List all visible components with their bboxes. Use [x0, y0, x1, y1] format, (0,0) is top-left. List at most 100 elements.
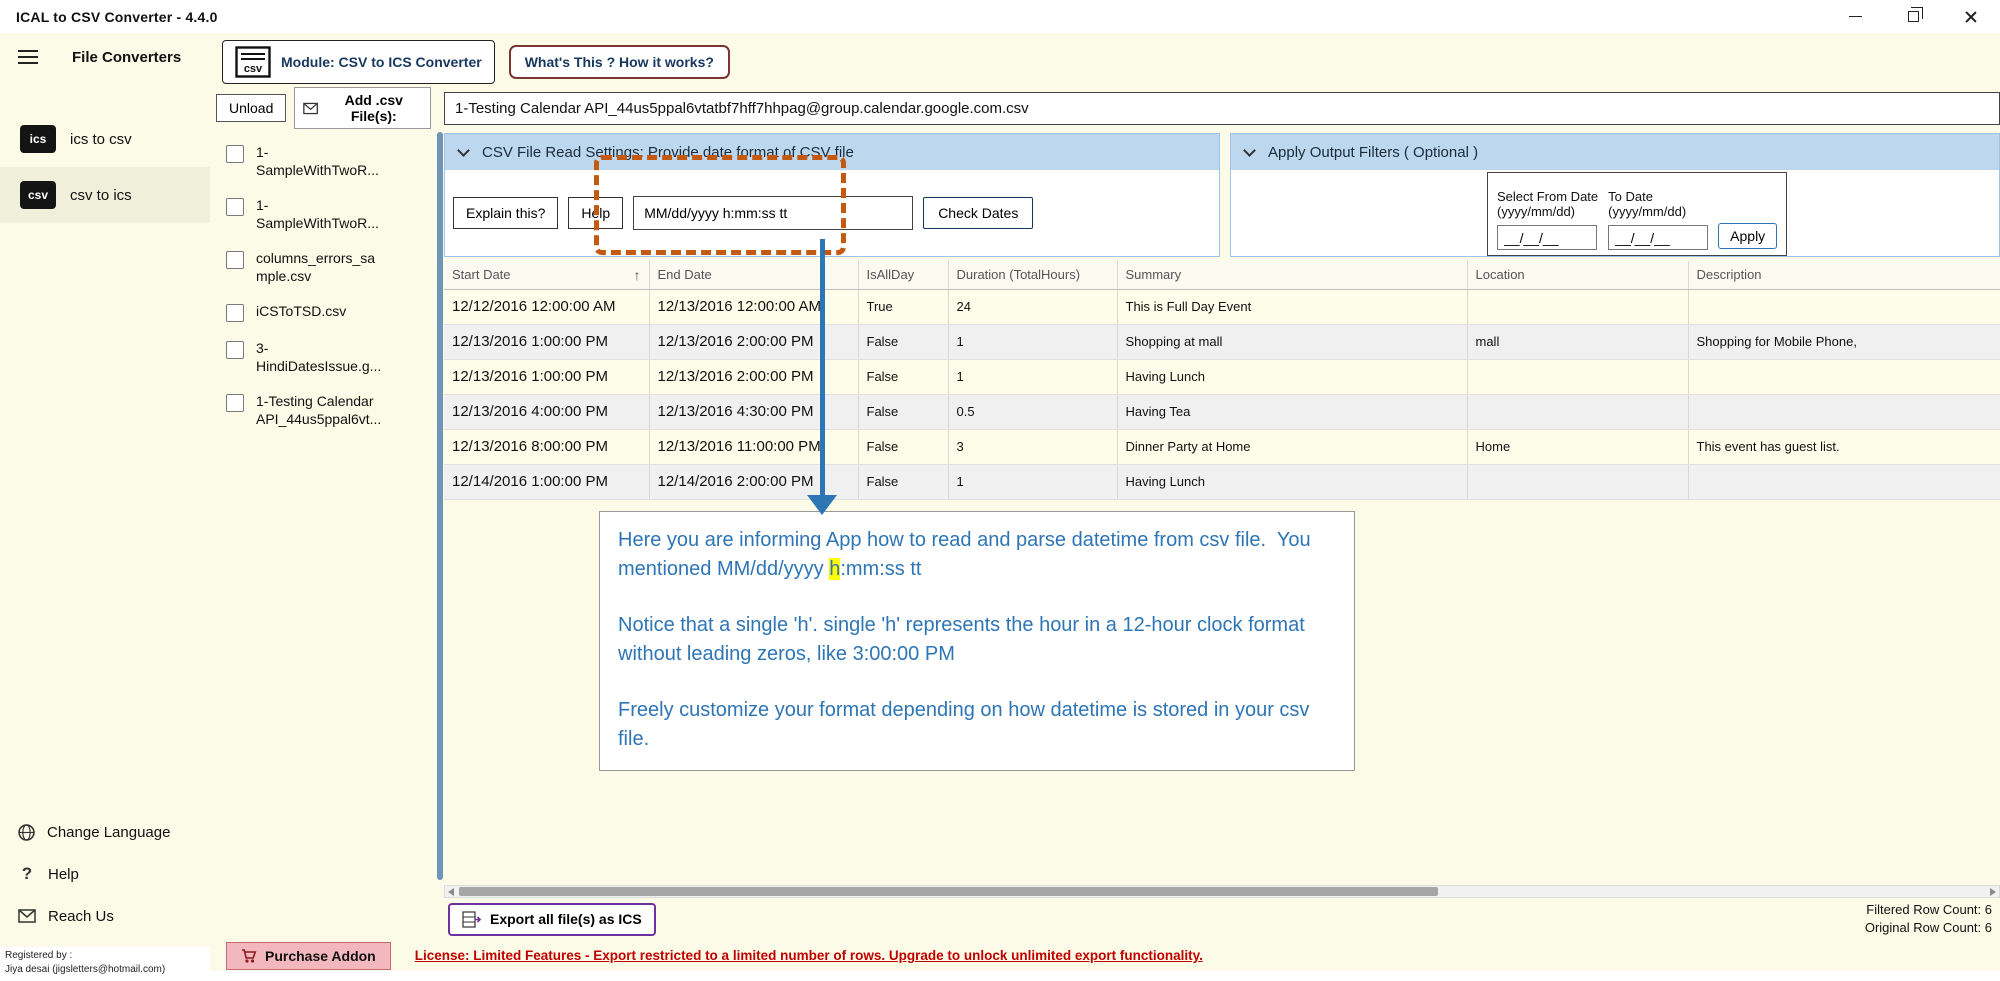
from-date-format-hint: (yyyy/mm/dd) — [1497, 204, 1575, 220]
file-list-item[interactable]: iCSToTSD.csv — [210, 294, 437, 331]
column-header-location[interactable]: Location — [1467, 261, 1689, 290]
cell-end-date: 12/13/2016 11:00:00 PM — [649, 429, 859, 465]
sidebar: File Converters ics ics to csv csv csv t… — [0, 33, 210, 947]
column-header-start-date[interactable]: Start Date ↑ — [444, 261, 650, 290]
file-checkbox[interactable] — [226, 394, 244, 412]
cell-start-date: 12/13/2016 4:00:00 PM — [444, 394, 650, 430]
registered-by-label: Registered by : — [5, 950, 73, 961]
cell-start-date: 12/12/2016 12:00:00 AM — [444, 289, 650, 325]
window-title: ICAL to CSV Converter - 4.4.0 — [16, 8, 218, 25]
file-checkbox[interactable] — [226, 145, 244, 163]
apply-filter-button[interactable]: Apply — [1718, 223, 1778, 249]
column-header-description[interactable]: Description — [1688, 261, 2000, 290]
grid-row[interactable]: 12/13/2016 1:00:00 PM 12/13/2016 2:00:00… — [444, 359, 2000, 395]
question-icon: ? — [21, 864, 33, 883]
current-file-name: 1-Testing Calendar API_44us5ppal6vtatbf7… — [455, 100, 1029, 117]
sidebar-header: File Converters — [0, 33, 210, 81]
csv-module-icon: csv — [235, 46, 271, 78]
explain-this-button[interactable]: Explain this? — [453, 197, 559, 229]
file-name: iCSToTSD.csv — [256, 303, 347, 319]
vertical-splitter[interactable] — [437, 132, 443, 880]
cell-duration: 1 — [948, 464, 1118, 500]
close-icon — [1964, 10, 1978, 24]
export-row: Export all file(s) as ICS Filtered Row C… — [444, 898, 2000, 940]
file-list-item[interactable]: 1- SampleWithTwoR... — [210, 135, 437, 188]
file-checkbox[interactable] — [226, 304, 244, 322]
file-list-item[interactable]: 1- SampleWithTwoR... — [210, 188, 437, 241]
file-name: 3- HindiDatesIssue.g... — [256, 340, 382, 374]
add-csv-files-button[interactable]: Add .csv File(s): — [294, 87, 431, 129]
format-help-button[interactable]: Help — [568, 197, 624, 229]
date-format-input[interactable] — [633, 196, 914, 230]
file-checkbox[interactable] — [226, 198, 244, 216]
read-settings-header[interactable]: CSV File Read Settings: Provide date for… — [445, 134, 1219, 170]
file-checkbox[interactable] — [226, 341, 244, 359]
grid-row[interactable]: 12/13/2016 1:00:00 PM 12/13/2016 2:00:00… — [444, 324, 2000, 360]
sidebar-footer: Change Language ? Help Reach Us — [0, 811, 210, 937]
file-list-item[interactable]: 3- HindiDatesIssue.g... — [210, 331, 437, 384]
help-button[interactable]: ? Help — [0, 853, 210, 895]
file-checkbox[interactable] — [226, 251, 244, 269]
annotation-arrow-head — [807, 495, 837, 515]
file-list-item[interactable]: 1-Testing Calendar API_44us5ppal6vt... — [210, 384, 437, 437]
unload-button[interactable]: Unload — [216, 94, 287, 122]
explanation-paragraph-3: Freely customize your format depending o… — [618, 699, 1315, 750]
grid-row[interactable]: 12/13/2016 4:00:00 PM 12/13/2016 4:30:00… — [444, 394, 2000, 430]
cell-end-date: 12/13/2016 2:00:00 PM — [649, 324, 859, 360]
grid-row[interactable]: 12/12/2016 12:00:00 AM 12/13/2016 12:00:… — [444, 289, 2000, 325]
sidebar-item-label: ics to csv — [70, 130, 132, 148]
reach-us-button[interactable]: Reach Us — [0, 895, 210, 937]
current-file-bar[interactable]: 1-Testing Calendar API_44us5ppal6vtatbf7… — [444, 92, 2000, 125]
maximize-button[interactable] — [1884, 0, 1942, 33]
read-settings-body: Explain this? Help Check Dates — [445, 170, 1219, 256]
cell-end-date: 12/13/2016 12:00:00 AM — [649, 289, 859, 325]
sidebar-item-csv-to-ics[interactable]: csv csv to ics — [0, 167, 210, 223]
globe-icon — [18, 823, 35, 841]
sidebar-item-ics-to-csv[interactable]: ics ics to csv — [0, 111, 210, 167]
grid-row[interactable]: 12/14/2016 1:00:00 PM 12/14/2016 2:00:00… — [444, 464, 2000, 500]
cell-isallday: True — [858, 289, 949, 325]
close-button[interactable] — [1942, 0, 2000, 33]
horizontal-scrollbar[interactable] — [444, 885, 2000, 898]
purchase-addon-button[interactable]: Purchase Addon — [226, 941, 391, 970]
app-window: ICAL to CSV Converter - 4.4.0 File Conve… — [0, 0, 2000, 981]
cell-summary: This is Full Day Event — [1117, 289, 1468, 325]
column-header-summary[interactable]: Summary — [1117, 261, 1468, 290]
explanation-paragraph-2: Notice that a single 'h'. single 'h' rep… — [618, 614, 1311, 665]
window-controls — [1826, 0, 2000, 33]
cell-summary: Having Lunch — [1117, 359, 1468, 395]
change-language-button[interactable]: Change Language — [0, 811, 210, 853]
cell-isallday: False — [858, 429, 949, 465]
grid-row[interactable]: 12/13/2016 8:00:00 PM 12/13/2016 11:00:0… — [444, 429, 2000, 465]
check-dates-button[interactable]: Check Dates — [923, 197, 1034, 229]
column-header-end-date[interactable]: End Date — [649, 261, 859, 290]
output-filters-panel: Apply Output Filters ( Optional ) Select… — [1230, 133, 2000, 257]
cell-start-date: 12/13/2016 1:00:00 PM — [444, 359, 650, 395]
chevron-down-icon — [1243, 143, 1256, 157]
cell-location — [1467, 289, 1689, 325]
file-list-item[interactable]: columns_errors_sa mple.csv — [210, 241, 437, 294]
cell-summary: Dinner Party at Home — [1117, 429, 1468, 465]
minimize-button[interactable] — [1826, 0, 1884, 33]
output-filters-header[interactable]: Apply Output Filters ( Optional ) — [1231, 134, 1999, 170]
to-date-input[interactable] — [1608, 225, 1709, 250]
cell-description — [1688, 464, 2000, 500]
column-header-isallday[interactable]: IsAllDay — [858, 261, 949, 290]
from-date-input[interactable] — [1497, 225, 1597, 250]
output-filters-body: Select From Date (yyyy/mm/dd) To Date (y… — [1231, 170, 1999, 256]
hamburger-menu-icon[interactable] — [18, 50, 38, 64]
export-all-button[interactable]: Export all file(s) as ICS — [448, 902, 656, 936]
scroll-right-arrow-icon[interactable] — [1990, 888, 1996, 896]
settings-row: CSV File Read Settings: Provide date for… — [444, 133, 2000, 257]
scrollbar-thumb[interactable] — [459, 887, 1439, 896]
scroll-left-arrow-icon[interactable] — [448, 888, 454, 896]
main-area: 1-Testing Calendar API_44us5ppal6vtatbf7… — [437, 91, 2000, 940]
cell-end-date: 12/13/2016 4:30:00 PM — [649, 394, 859, 430]
column-header-duration[interactable]: Duration (TotalHours) — [948, 261, 1118, 290]
license-bar: Purchase Addon License: Limited Features… — [210, 940, 2000, 971]
app-body: File Converters ics ics to csv csv csv t… — [0, 33, 2000, 981]
annotation-arrow — [820, 239, 825, 497]
license-upgrade-link[interactable]: License: Limited Features - Export restr… — [415, 948, 1203, 963]
whats-this-button[interactable]: What's This ? How it works? — [508, 45, 730, 79]
cell-start-date: 12/14/2016 1:00:00 PM — [444, 464, 650, 500]
